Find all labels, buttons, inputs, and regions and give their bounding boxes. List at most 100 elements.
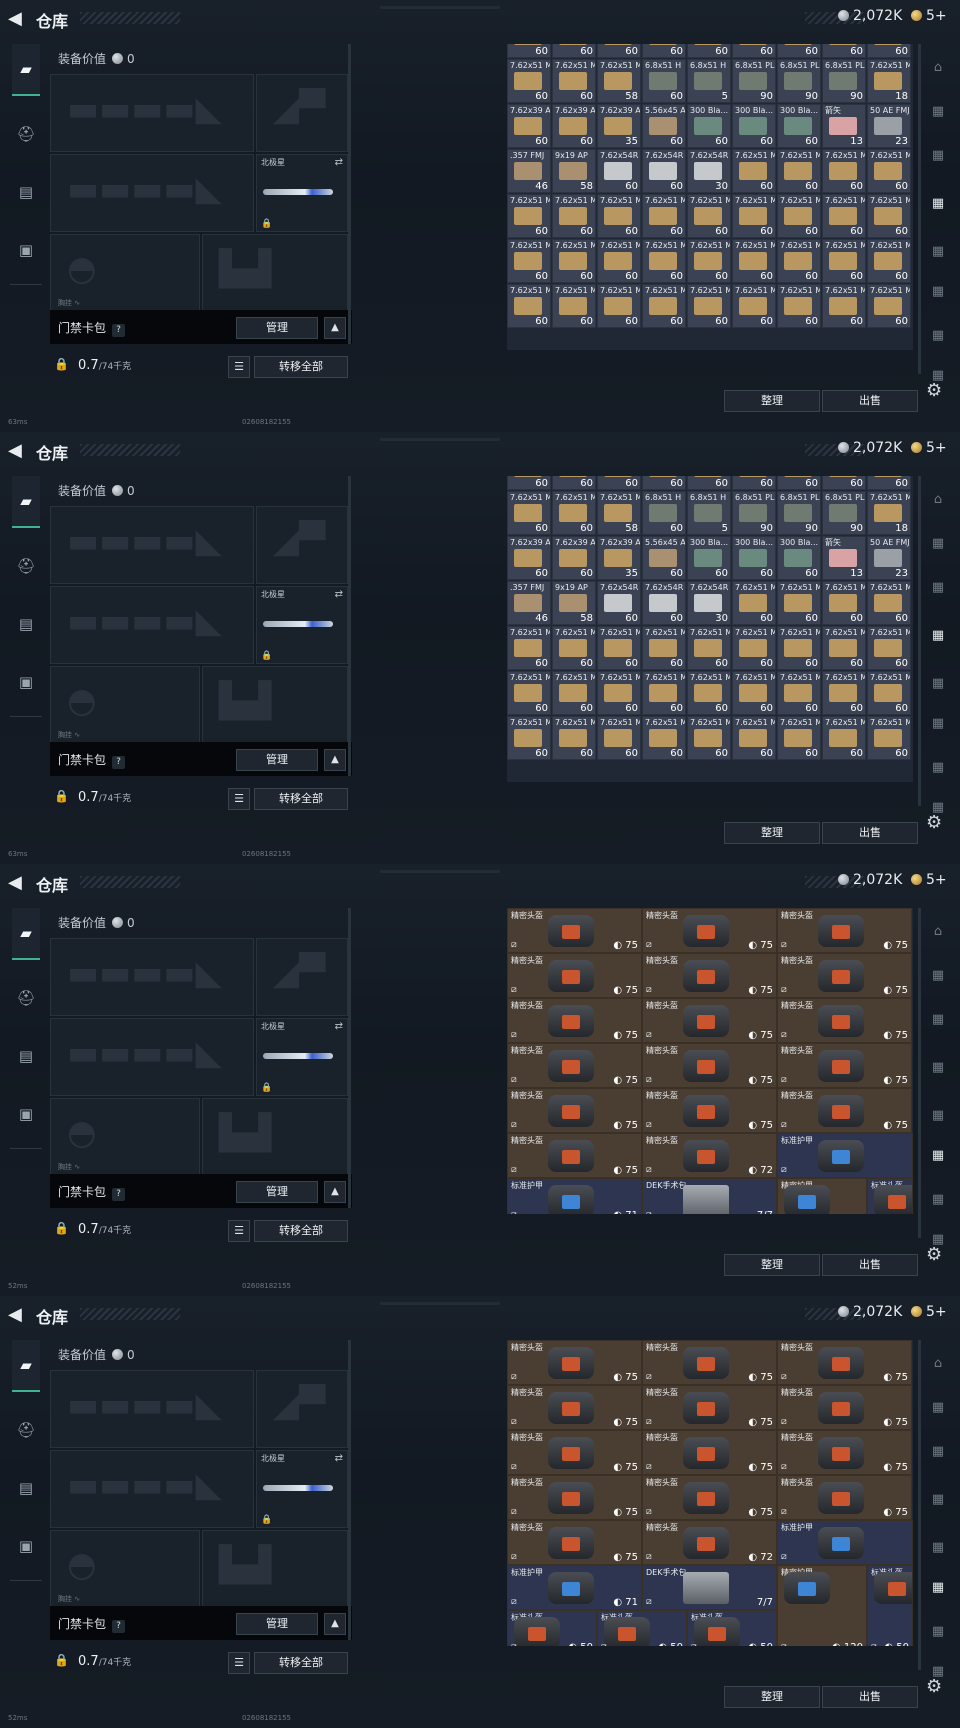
sell-button[interactable]: 出售 [822, 1254, 918, 1276]
ammo-item[interactable]: 7.62x51 M 60 [642, 194, 686, 238]
equipment-scrollbar[interactable] [348, 1340, 351, 1640]
container-icon[interactable]: ▦ [924, 240, 952, 264]
sell-button[interactable]: 出售 [822, 822, 918, 844]
briefcase-icon[interactable]: ▣ [12, 1100, 40, 1128]
ammo-item[interactable]: 7.62x39 AP 35 [597, 104, 641, 148]
primary-weapon-slot[interactable]: ▬▬▬▬◣ [50, 938, 254, 1016]
std-helmet-item[interactable]: 标准头盔◐ 50⧄ [597, 1610, 687, 1646]
ammo-item[interactable]: 7.62x51 M 58 [597, 491, 641, 535]
ammo-item[interactable]: 7.62x51 M 60 [597, 626, 641, 670]
armor-item[interactable]: 标准护甲 ◐ 71 ⧄ [507, 1565, 642, 1610]
armor-item[interactable]: 标准护甲 ◐ 71 ⧄ [507, 1178, 642, 1214]
ammo-item[interactable]: 7.62x54R LPS 60 [597, 581, 641, 625]
ammo-item[interactable]: 7.62x51 M 18 [867, 491, 911, 535]
container-icon[interactable]: ▦ [924, 1620, 952, 1644]
secondary-weapon-slot[interactable]: ▬▬▬▬◣ [50, 154, 254, 232]
settings-gear-icon[interactable]: ⚙ [926, 1244, 942, 1265]
back-arrow-icon[interactable]: ◀ [8, 872, 28, 894]
ammo-item[interactable]: 7.62x51 M 60 [867, 671, 911, 715]
ammo-item[interactable]: 300 Bla... BCP FMJ 60 [732, 104, 776, 148]
ammo-item[interactable]: 7.62x51 M 60 [597, 239, 641, 283]
armor-item[interactable]: 标准护甲 ⧄ [777, 1520, 913, 1565]
armor-slot[interactable]: ▙▟ [202, 666, 348, 744]
primary-weapon-slot[interactable]: ▬▬▬▬◣ [50, 506, 254, 584]
container-icon[interactable]: ▦ [924, 672, 952, 696]
ammo-item[interactable]: 7.62x51 M 60 [552, 491, 596, 535]
helmet-item[interactable]: 精密头盔 ◐ 75 ⧄ [642, 908, 777, 953]
swap-icon[interactable]: ⇄ [335, 1021, 343, 1032]
container-icon[interactable]: ▦ [924, 1008, 952, 1032]
ammo-item[interactable]: 60 [597, 44, 641, 58]
ammo-item[interactable]: 7.62x51 M 60 [687, 671, 731, 715]
container-icon[interactable]: ▦ [924, 192, 952, 216]
ammo-item[interactable]: 7.62x51 M 60 [507, 194, 551, 238]
helmet-item[interactable]: 精密头盔 ◐ 75 ⧄ [507, 1475, 642, 1520]
helmet-item[interactable]: 精密头盔 ◐ 75 ⧄ [642, 1430, 777, 1475]
swap-icon[interactable]: ⇄ [335, 589, 343, 600]
std-helmet-item[interactable]: 标准头盔◐ 50⧄ [867, 1565, 913, 1646]
helmet-item[interactable]: 精密头盔 ◐ 75 ⧄ [777, 908, 912, 953]
container-icon[interactable]: ▦ [924, 964, 952, 988]
gun-icon[interactable]: ▰ [12, 1340, 40, 1392]
briefcase-icon[interactable]: ▣ [12, 236, 40, 264]
ammo-item[interactable]: 7.62x51 M 60 [822, 716, 866, 760]
ammo-item[interactable]: 7.62x51 M 60 [777, 239, 821, 283]
helmet-item[interactable]: 精密头盔 ◐ 75 ⧄ [507, 1088, 642, 1133]
gun-icon[interactable]: ▰ [12, 44, 40, 96]
ammo-item[interactable]: 7.62x51 M 60 [687, 194, 731, 238]
sell-button[interactable]: 出售 [822, 390, 918, 412]
chevron-up-icon[interactable]: ▲ [324, 1181, 346, 1203]
ammo-item[interactable]: 7.62x51 M 60 [552, 59, 596, 103]
helmet-item[interactable]: 精密头盔 ◐ 72 ⧄ [642, 1133, 777, 1178]
ammo-item[interactable]: 7.62x51 M 60 [597, 194, 641, 238]
container-icon[interactable]: ▦ [924, 1144, 952, 1168]
ammo-item[interactable]: 6.8x51 H 60 [642, 491, 686, 535]
ammo-item[interactable]: 7.62x51 M 60 [552, 284, 596, 328]
container-icon[interactable]: ▦ [924, 1188, 952, 1212]
sidearm-slot[interactable]: ◢▀ [256, 1370, 348, 1448]
settings-gear-icon[interactable]: ⚙ [926, 812, 942, 833]
help-icon[interactable]: ? [112, 756, 126, 769]
manage-button[interactable]: 管理 [236, 317, 318, 339]
ammo-item[interactable]: 300 Bla... BCP FMJ 60 [777, 536, 821, 580]
ammo-item[interactable]: 7.62x51 M 60 [507, 59, 551, 103]
ammo-item[interactable]: 7.62x51 M 60 [822, 581, 866, 625]
sort-button[interactable]: 整理 [724, 1254, 820, 1276]
briefcase-icon[interactable]: ▣ [12, 668, 40, 696]
ammo-item[interactable]: 7.62x39 AP 60 [507, 536, 551, 580]
help-icon[interactable]: ? [112, 324, 126, 337]
ammo-item[interactable]: 7.62x51 M 60 [777, 626, 821, 670]
helmet-item[interactable]: 精密头盔 ◐ 75 ⧄ [777, 1430, 912, 1475]
ammo-item[interactable]: 7.62x39 AP 35 [597, 536, 641, 580]
container-icon[interactable]: ▦ [924, 576, 952, 600]
sidearm-slot[interactable]: ◢▀ [256, 74, 348, 152]
helmet-item[interactable]: 精密头盔 ◐ 75 ⧄ [507, 1340, 642, 1385]
ammo-item[interactable]: 7.62x51 M 60 [822, 239, 866, 283]
currency-gold[interactable]: 5+ [911, 440, 947, 456]
ammo-item[interactable]: 6.8x51 PL 90 [777, 59, 821, 103]
back-arrow-icon[interactable]: ◀ [8, 440, 28, 462]
sidearm-slot[interactable]: ◢▀ [256, 938, 348, 1016]
helmet-item[interactable]: 精密头盔 ◐ 75 ⧄ [507, 1385, 642, 1430]
equipment-scrollbar[interactable] [348, 476, 351, 776]
back-arrow-icon[interactable]: ◀ [8, 1304, 28, 1326]
equipment-scrollbar[interactable] [348, 908, 351, 1208]
ammo-item[interactable]: 7.62x51 M 60 [507, 626, 551, 670]
ammo-item[interactable]: 7.62x51 M 60 [777, 581, 821, 625]
container-icon[interactable]: ▦ [924, 324, 952, 348]
ammo-item[interactable]: 7.62x39 AP 60 [552, 536, 596, 580]
warehouse-icon[interactable]: ⌂ [924, 920, 952, 944]
currency-gold[interactable]: 5+ [911, 8, 947, 24]
melee-slot[interactable]: 北极星 ⇄ 🔒 [256, 1450, 348, 1528]
ammo-item[interactable]: 7.62x51 M 60 [642, 626, 686, 670]
helmet-item[interactable]: 精密头盔 ◐ 75 ⧄ [777, 998, 912, 1043]
helmet-icon[interactable]: ⛑ [12, 1416, 40, 1444]
helmet-item[interactable]: 精密头盔 ◐ 75 ⧄ [777, 953, 912, 998]
armor-slot[interactable]: ▙▟ [202, 234, 348, 312]
helmet-icon[interactable]: ⛑ [12, 984, 40, 1012]
list-icon[interactable]: ☰ [228, 1652, 250, 1674]
helmet-item[interactable]: 精密头盔 ◐ 75 ⧄ [507, 1133, 642, 1178]
ammo-item[interactable]: 300 Bla... BCP FMJ 60 [687, 104, 731, 148]
sort-button[interactable]: 整理 [724, 390, 820, 412]
container-icon[interactable]: ▦ [924, 1104, 952, 1128]
